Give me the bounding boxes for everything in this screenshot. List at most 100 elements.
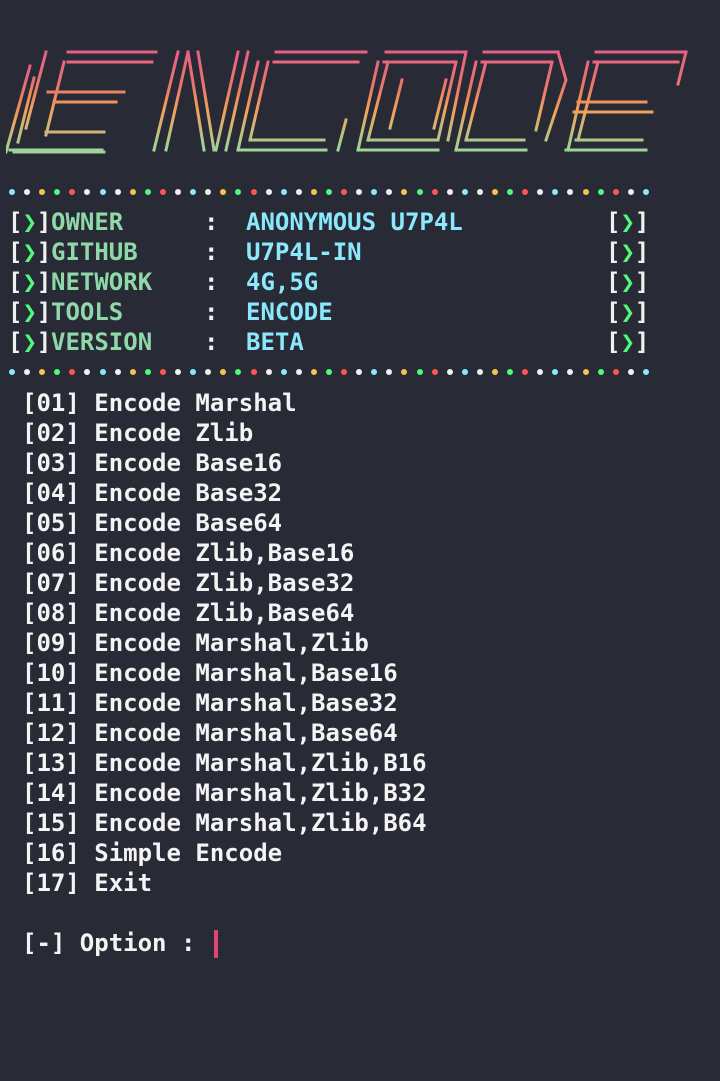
menu-item-label: Simple Encode: [94, 839, 283, 867]
menu-item-number: [11]: [22, 689, 80, 717]
menu-item-label: Encode Base64: [94, 509, 283, 537]
info-key: NETWORK: [51, 268, 153, 296]
separator-dot: [341, 369, 348, 375]
separator-dot: [114, 369, 121, 375]
menu-item[interactable]: [16] Simple Encode: [22, 838, 427, 868]
menu-item-number: [09]: [22, 629, 80, 657]
menu-item-label: Encode Zlib,Base16: [94, 539, 355, 567]
text-cursor: [213, 930, 218, 958]
chevron-right-icon: ❯: [22, 328, 37, 356]
separator-dot: [190, 189, 197, 195]
chevron-right-icon: ❯: [620, 238, 635, 266]
bracket-close: ]: [36, 268, 52, 296]
separator-dot: [9, 189, 15, 195]
separator-dot: [310, 369, 317, 375]
separator-dot: [84, 189, 91, 195]
menu-item[interactable]: [14] Encode Marshal,Zlib,B32: [22, 778, 427, 808]
menu-item[interactable]: [01] Encode Marshal: [22, 388, 427, 418]
menu-item-number: [10]: [22, 659, 80, 687]
info-colon: :: [204, 298, 219, 326]
separator-dots-top: [9, 186, 649, 198]
menu-item[interactable]: [10] Encode Marshal,Base16: [22, 658, 427, 688]
separator-dot: [99, 189, 106, 195]
menu-list: [01] Encode Marshal [02] Encode Zlib [03] …: [22, 388, 427, 898]
separator-dot: [507, 369, 514, 375]
info-end-marker: [❯]: [606, 207, 649, 237]
menu-item[interactable]: [09] Encode Marshal,Zlib: [22, 628, 427, 658]
bracket-close: ]: [634, 238, 650, 266]
info-row-network: [❯] NETWORK:4G,5G [❯]: [8, 267, 658, 297]
menu-item[interactable]: [13] Encode Marshal,Zlib,B16: [22, 748, 427, 778]
bracket-close: ]: [634, 208, 650, 236]
separator-dot: [476, 369, 483, 375]
separator-dot: [522, 189, 529, 195]
menu-item-label: Encode Marshal,Zlib,B16: [94, 749, 427, 777]
info-end-marker: [❯]: [606, 297, 649, 327]
bracket-open: [: [8, 328, 23, 356]
separator-dot: [582, 189, 589, 195]
info-row-tools: [❯] TOOLS: ENCODE [❯]: [8, 297, 658, 327]
separator-dot: [341, 189, 348, 195]
menu-item-number: [01]: [22, 389, 80, 417]
bracket-open: [: [606, 298, 621, 326]
menu-item[interactable]: [07] Encode Zlib,Base32: [22, 568, 427, 598]
menu-item[interactable]: [06] Encode Zlib,Base16: [22, 538, 427, 568]
menu-item-number: [05]: [22, 509, 80, 537]
info-end-marker: [❯]: [606, 327, 649, 357]
menu-item-number: [14]: [22, 779, 80, 807]
menu-item-label: Encode Marshal,Base64: [94, 719, 398, 747]
separator-dot: [144, 189, 151, 195]
separator-dot: [537, 369, 544, 375]
info-colon: :: [204, 208, 219, 236]
separator-dot: [431, 369, 438, 375]
separator-dot: [627, 369, 634, 375]
separator-dot: [54, 189, 61, 195]
separator-dot: [582, 369, 589, 375]
info-end-marker: [❯]: [606, 237, 649, 267]
chevron-right-icon: ❯: [620, 268, 635, 296]
separator-dot: [325, 189, 332, 195]
separator-dot: [597, 369, 604, 375]
menu-item[interactable]: [15] Encode Marshal,Zlib,B64: [22, 808, 427, 838]
menu-item[interactable]: [17] Exit: [22, 868, 427, 898]
separator-dot: [69, 189, 76, 195]
menu-item-label: Encode Marshal,Zlib,B64: [94, 809, 427, 837]
separator-dot: [446, 369, 453, 375]
info-key: OWNER: [51, 208, 124, 236]
menu-item-number: [08]: [22, 599, 80, 627]
bracket-open: [: [606, 208, 621, 236]
menu-item[interactable]: [11] Encode Marshal,Base32: [22, 688, 427, 718]
separator-dot: [175, 369, 182, 375]
info-value: ANONYMOUS U7P4L: [246, 208, 463, 236]
separator-dot: [24, 369, 31, 375]
info-panel: [❯] OWNER: ANONYMOUS U7P4L [❯] [❯] GITHUB: U7P…: [8, 207, 658, 357]
separator-dot: [39, 369, 46, 375]
menu-item[interactable]: [08] Encode Zlib,Base64: [22, 598, 427, 628]
menu-item[interactable]: [03] Encode Base16: [22, 448, 427, 478]
bracket-open: [: [606, 268, 621, 296]
menu-item-number: [12]: [22, 719, 80, 747]
separator-dot: [69, 369, 76, 375]
separator-dot: [205, 189, 212, 195]
menu-item-number: [13]: [22, 749, 80, 777]
menu-item[interactable]: [12] Encode Marshal,Base64: [22, 718, 427, 748]
separator-dot: [190, 369, 197, 375]
separator-dot: [265, 369, 272, 375]
separator-dot: [295, 189, 302, 195]
separator-dot: [612, 189, 619, 195]
option-prompt[interactable]: [-] Option :: [22, 928, 218, 958]
menu-item-label: Encode Base16: [94, 449, 283, 477]
separator-dot: [492, 369, 498, 375]
separator-dot: [642, 369, 649, 375]
menu-item[interactable]: [05] Encode Base64: [22, 508, 427, 538]
separator-dot: [205, 369, 212, 375]
menu-item[interactable]: [04] Encode Base32: [22, 478, 427, 508]
info-end-marker: [❯]: [606, 267, 649, 297]
separator-dot: [84, 369, 91, 375]
bracket-open: [: [606, 328, 621, 356]
menu-item-number: [17]: [22, 869, 80, 897]
menu-item[interactable]: [02] Encode Zlib: [22, 418, 427, 448]
menu-item-label: Encode Zlib: [94, 419, 254, 447]
separator-dot: [476, 189, 483, 195]
separator-dot: [416, 369, 423, 375]
